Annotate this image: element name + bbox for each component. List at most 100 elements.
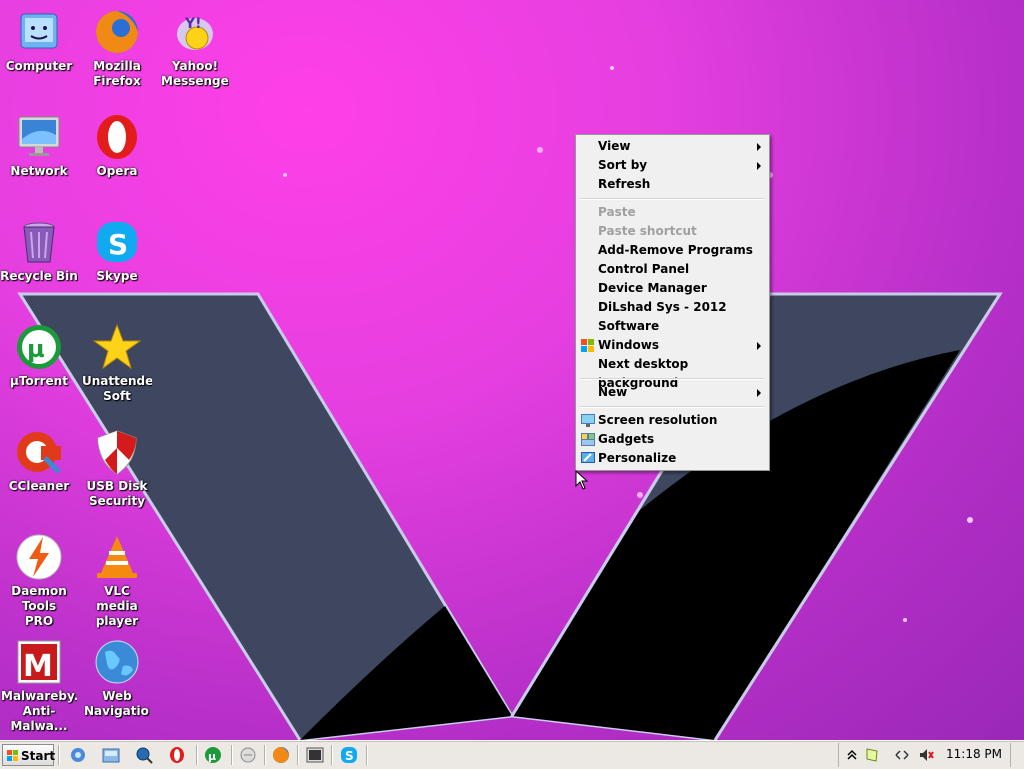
star-icon xyxy=(92,323,142,371)
desktop-icon-opera[interactable]: Opera xyxy=(78,113,156,179)
show-desktop-button[interactable] xyxy=(1010,743,1023,767)
malwarebytes-icon: M xyxy=(15,638,63,686)
menu-item-next-desktop-background[interactable]: Next desktop background xyxy=(576,355,769,390)
menu-item-paste-shortcut: Paste shortcut xyxy=(598,224,697,238)
menu-item-software[interactable]: Software xyxy=(576,317,769,336)
desktop-icon-yahoo-messenger[interactable]: Y! Yahoo! Messenger xyxy=(156,8,234,89)
desktop-icon-web-navigation[interactable]: Web Navigation xyxy=(78,638,156,719)
menu-item-personalize[interactable]: Personalize xyxy=(576,449,769,468)
tray-volume[interactable] xyxy=(918,747,934,763)
show-hidden-icons-button[interactable] xyxy=(844,747,860,763)
desktop[interactable]: Computer Mozilla Firefox Y! Yahoo! Messe… xyxy=(0,0,1024,740)
desktop-icon-ccleaner[interactable]: CCleaner xyxy=(0,428,78,494)
menu-separator xyxy=(580,406,764,408)
menu-item-gadgets[interactable]: Gadgets xyxy=(576,430,769,449)
network-arrows-icon xyxy=(895,750,909,760)
taskbar-separator xyxy=(231,745,233,765)
daemon-tools-icon xyxy=(15,533,63,581)
skype-icon: S xyxy=(341,747,357,763)
quicklaunch-opera[interactable] xyxy=(167,746,187,764)
svg-text:S: S xyxy=(345,749,354,763)
quicklaunch-search[interactable] xyxy=(134,746,154,764)
desktop-icon-unattended-soft[interactable]: Unattended Soft xyxy=(78,323,156,404)
submenu-arrow-icon xyxy=(757,389,761,397)
svg-text:Y!: Y! xyxy=(184,16,202,32)
menu-item-device-manager[interactable]: Device Manager xyxy=(576,279,769,298)
desktop-icon-label: Yahoo! Messenger xyxy=(161,59,229,88)
desktop-icon-recycle-bin[interactable]: Recycle Bin xyxy=(0,218,78,284)
svg-text:M: M xyxy=(23,649,53,684)
tray-notification[interactable] xyxy=(864,747,880,763)
network-icon xyxy=(15,113,63,161)
tray-network[interactable] xyxy=(894,747,910,763)
menu-item-windows[interactable]: Windows xyxy=(576,336,769,355)
svg-text:S: S xyxy=(108,228,128,261)
opera-icon xyxy=(170,747,184,763)
desktop-icon-firefox[interactable]: Mozilla Firefox xyxy=(78,8,156,89)
volume-muted-icon xyxy=(920,749,934,761)
menu-item-new[interactable]: New xyxy=(576,383,769,402)
opera-icon xyxy=(93,113,141,161)
menu-item-refresh[interactable]: Refresh xyxy=(576,175,769,194)
start-label: Start xyxy=(21,749,56,763)
taskbar-separator xyxy=(331,745,333,765)
quicklaunch-explorer[interactable] xyxy=(101,746,121,764)
firefox-icon xyxy=(93,8,141,56)
globe-icon xyxy=(93,638,141,686)
desktop-icon-label: Skype xyxy=(96,269,138,283)
recycle-bin-icon xyxy=(15,218,63,266)
windows-flag-icon xyxy=(7,750,18,761)
desktop-icon-label: µTorrent xyxy=(10,374,68,388)
windows-flag-icon xyxy=(581,339,594,352)
quicklaunch-skype[interactable]: S xyxy=(339,746,359,764)
desktop-icon-label: USB Disk Security xyxy=(86,479,148,508)
menu-item-paste: Paste xyxy=(598,205,636,219)
taskbar-separator xyxy=(297,745,299,765)
desktop-icon-utorrent[interactable]: µ µTorrent xyxy=(0,323,78,389)
quicklaunch-terminal[interactable] xyxy=(305,746,325,764)
desktop-icon-label: Malwareby... Anti-Malwa... xyxy=(1,689,77,733)
desktop-icon-label: Recycle Bin xyxy=(0,269,78,283)
shield-icon xyxy=(93,428,141,476)
notification-icon xyxy=(866,748,878,762)
quicklaunch-media[interactable] xyxy=(238,746,258,764)
desktop-icon-label: VLC media player xyxy=(95,584,139,628)
ccleaner-icon xyxy=(15,428,63,476)
quicklaunch-firefox[interactable] xyxy=(271,746,291,764)
desktop-icon-computer[interactable]: Computer xyxy=(0,8,78,74)
search-icon xyxy=(136,747,153,764)
menu-item-control-panel[interactable]: Control Panel xyxy=(576,260,769,279)
desktop-icon-usb-disk-security[interactable]: USB Disk Security xyxy=(78,428,156,509)
svg-text:µ: µ xyxy=(27,335,45,363)
desktop-icon-label: Computer xyxy=(5,59,73,73)
start-button[interactable]: Start xyxy=(2,744,56,766)
desktop-icon-daemon-tools[interactable]: Daemon Tools PRO xyxy=(0,533,78,629)
skype-icon: S xyxy=(93,218,141,266)
desktop-icon-label: Opera xyxy=(96,164,138,178)
menu-separator xyxy=(580,378,764,380)
menu-item-screen-resolution[interactable]: Screen resolution xyxy=(576,411,769,430)
desktop-icon-label: Unattended Soft xyxy=(82,374,152,403)
clock[interactable]: 11:18 PM xyxy=(946,745,1002,763)
quicklaunch-utorrent[interactable]: µ xyxy=(203,746,223,764)
desktop-icon-vlc[interactable]: VLC media player xyxy=(78,533,156,629)
yahoo-messenger-icon: Y! xyxy=(171,8,219,56)
desktop-icon-network[interactable]: Network xyxy=(0,113,78,179)
menu-item-dilshad-sys[interactable]: DiLshad Sys - 2012 xyxy=(576,298,769,317)
explorer-icon xyxy=(102,748,120,763)
taskbar-separator xyxy=(58,745,60,765)
desktop-icon-skype[interactable]: S Skype xyxy=(78,218,156,284)
desktop-icon-malwarebytes[interactable]: M Malwareby... Anti-Malwa... xyxy=(0,638,78,734)
utorrent-icon: µ xyxy=(205,747,221,763)
quicklaunch-ie[interactable] xyxy=(68,746,88,764)
gadgets-icon xyxy=(581,433,595,446)
desktop-icon-label: Web Navigation xyxy=(84,689,150,718)
menu-item-add-remove-programs[interactable]: Add-Remove Programs xyxy=(576,241,769,260)
menu-item-view[interactable]: View xyxy=(576,137,769,156)
taskbar-separator xyxy=(196,745,198,765)
submenu-arrow-icon xyxy=(757,342,761,350)
menu-item-sort-by[interactable]: Sort by xyxy=(576,156,769,175)
mouse-cursor-icon xyxy=(575,470,589,490)
vlc-icon xyxy=(93,533,141,581)
submenu-arrow-icon xyxy=(757,162,761,170)
